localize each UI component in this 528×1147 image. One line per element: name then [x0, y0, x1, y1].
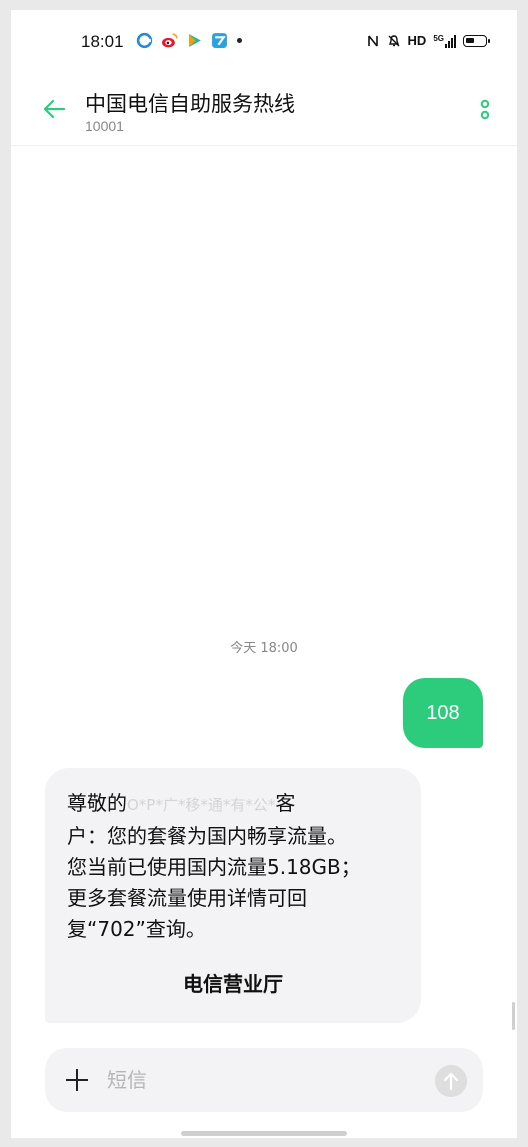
nfc-icon: [367, 35, 378, 46]
battery-icon: [463, 34, 490, 47]
weibo-icon: [162, 33, 178, 48]
app-icon: [212, 33, 227, 48]
conversation-header: 中国电信自助服务热线 10001: [11, 74, 517, 146]
received-message-text: 尊敬的O*P*广*移*通*有*公*客 户：您的套餐为国内畅享流量。 您当前已使用…: [67, 788, 399, 945]
back-arrow-icon[interactable]: [39, 94, 69, 124]
status-time: 18:01: [81, 32, 124, 51]
signal-icon: 5G: [433, 34, 456, 48]
send-button[interactable]: [435, 1065, 467, 1097]
contact-number: 10001: [85, 118, 124, 134]
masked-customer-name: O*P*广*移*通*有*公*: [127, 796, 276, 814]
message-greeting: 尊敬的: [67, 791, 127, 815]
phone-screen: 18:01 HD 5G 中国电信自助服务热线 10001 今天 18:00 10…: [11, 10, 517, 1138]
service-hall-link[interactable]: 电信营业厅: [45, 968, 421, 997]
message-input[interactable]: [107, 1062, 407, 1098]
network-type: 5G: [433, 33, 444, 43]
message-timestamp: 今天 18:00: [230, 641, 298, 656]
sent-message-text: 108: [426, 701, 460, 724]
notification-icons: [136, 32, 242, 49]
hd-indicator: HD: [407, 33, 427, 48]
message-greeting-end: 客: [275, 791, 296, 815]
status-bar: 18:01 HD 5G: [11, 10, 517, 74]
system-status: HD 5G: [366, 33, 490, 48]
contact-name: 中国电信自助服务热线: [85, 92, 295, 116]
message-composer: [45, 1048, 483, 1112]
message-body: 户：您的套餐为国内畅享流量。 您当前已使用国内流量5.18GB； 更多套餐流量使…: [67, 824, 361, 941]
more-options-icon[interactable]: [479, 98, 491, 122]
more-notifications-dot: [237, 38, 242, 43]
video-player-icon: [189, 34, 201, 47]
mute-icon: [388, 34, 400, 46]
received-message-bubble[interactable]: 尊敬的O*P*广*移*通*有*公*客 户：您的套餐为国内畅享流量。 您当前已使用…: [45, 768, 421, 1023]
home-indicator[interactable]: [181, 1131, 347, 1136]
scrollbar[interactable]: [512, 1002, 515, 1030]
browser-icon: [136, 32, 153, 49]
sent-message-bubble[interactable]: 108: [403, 678, 483, 748]
add-attachment-button[interactable]: [63, 1066, 91, 1094]
